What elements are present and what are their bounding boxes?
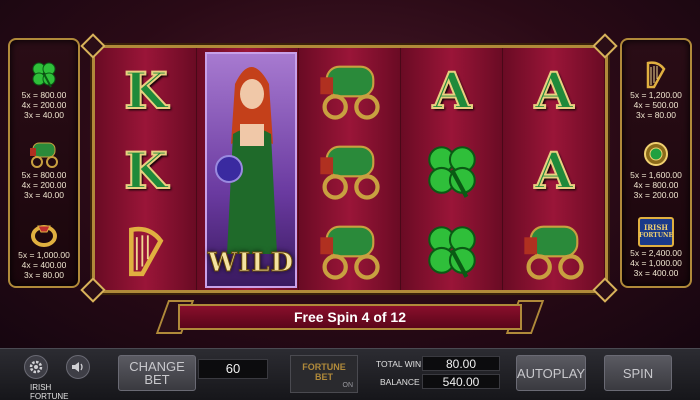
paytable-right: 5x = 1,200.00 4x = 500.00 3x = 80.00 5x … xyxy=(620,38,692,288)
wagon-icon xyxy=(320,225,380,280)
control-bar: IRISH FORTUNE CHANGE BET 60 FORTUNE BET … xyxy=(0,348,700,400)
paytable-line: 3x = 400.00 xyxy=(633,268,679,278)
game-name-label: IRISH FORTUNE xyxy=(30,383,69,400)
clover-icon xyxy=(428,226,476,278)
balance-value: 540.00 xyxy=(422,374,500,389)
reel-5: A A xyxy=(503,48,605,290)
symbol-harp xyxy=(95,210,197,290)
free-spin-banner: Free Spin 4 of 12 xyxy=(178,304,522,330)
paytable-entry-logo: IRISH FORTUNE 5x = 2,400.00 4x = 1,000.0… xyxy=(622,216,690,278)
symbol-wagon xyxy=(503,210,605,290)
change-bet-button[interactable]: CHANGE BET xyxy=(118,355,196,391)
bet-value: 60 xyxy=(198,359,268,379)
game-stage: 5x = 800.00 4x = 200.00 3x = 40.00 5x = … xyxy=(0,0,700,348)
paytable-line: 4x = 200.00 xyxy=(21,100,67,110)
paytable-left: 5x = 800.00 4x = 200.00 3x = 40.00 5x = … xyxy=(8,38,80,288)
paytable-line: 3x = 80.00 xyxy=(636,110,676,120)
symbol-clover xyxy=(401,210,503,290)
paytable-line: 5x = 2,400.00 xyxy=(630,248,682,258)
clover-icon xyxy=(428,146,476,198)
fortune-bet-state: ON xyxy=(342,382,354,389)
wagon-icon xyxy=(524,225,584,280)
paytable-entry-clover: 5x = 800.00 4x = 200.00 3x = 40.00 xyxy=(10,58,78,120)
gear-icon xyxy=(29,360,43,374)
brooch-icon xyxy=(622,138,690,170)
symbol-wagon xyxy=(299,130,401,210)
paytable-entry-ring: 5x = 1,000.00 4x = 400.00 3x = 80.00 xyxy=(10,218,78,280)
fortune-bet-label: BET xyxy=(315,372,333,382)
paytable-line: 3x = 40.00 xyxy=(24,190,64,200)
symbol-k: K xyxy=(95,50,197,130)
logo-text: FORTUNE xyxy=(638,232,674,239)
symbol-a: A xyxy=(503,50,605,130)
symbol-letter: A xyxy=(534,140,575,201)
symbol-a: A xyxy=(401,50,503,130)
wild-symbol: WILD xyxy=(205,52,297,288)
logo-text: IRISH xyxy=(643,223,669,232)
paytable-line: 5x = 800.00 xyxy=(21,170,67,180)
paytable-entry-brooch: 5x = 1,600.00 4x = 800.00 3x = 200.00 xyxy=(622,138,690,200)
autoplay-button[interactable]: AUTOPLAY xyxy=(516,355,586,391)
symbol-letter: K xyxy=(123,140,168,201)
wagon-icon xyxy=(320,65,380,120)
symbol-letter: A xyxy=(534,60,575,121)
symbol-k: K xyxy=(95,130,197,210)
paytable-line: 4x = 200.00 xyxy=(21,180,67,190)
paytable-line: 3x = 200.00 xyxy=(633,190,679,200)
paytable-entry-wagon: 5x = 800.00 4x = 200.00 3x = 40.00 xyxy=(10,138,78,200)
paytable-line: 5x = 1,000.00 xyxy=(18,250,70,260)
harp-icon xyxy=(129,226,164,277)
wagon-icon xyxy=(10,138,78,170)
symbol-wagon xyxy=(299,210,401,290)
speaker-icon xyxy=(72,362,83,372)
spin-button[interactable]: SPIN xyxy=(604,355,672,391)
total-win-value: 80.00 xyxy=(422,356,500,371)
total-win-label: TOTAL WIN xyxy=(376,359,422,369)
symbol-letter: K xyxy=(123,60,168,121)
symbol-clover xyxy=(401,130,503,210)
reel-3 xyxy=(299,48,401,290)
wagon-icon xyxy=(320,145,380,200)
fortune-bet-label: FORTUNE xyxy=(302,362,346,372)
reel-1: K K xyxy=(95,48,197,290)
harp-icon xyxy=(622,58,690,90)
paytable-line: 3x = 40.00 xyxy=(24,110,64,120)
wild-woman-illustration xyxy=(215,67,277,254)
paytable-line: 4x = 500.00 xyxy=(633,100,679,110)
clover-icon xyxy=(10,58,78,90)
paytable-line: 4x = 400.00 xyxy=(21,260,67,270)
logo-icon: IRISH FORTUNE xyxy=(622,216,690,248)
paytable-line: 4x = 1,000.00 xyxy=(630,258,682,268)
symbol-a: A xyxy=(503,130,605,210)
paytable-line: 3x = 80.00 xyxy=(24,270,64,280)
balance-label: BALANCE xyxy=(380,377,420,387)
ring-icon xyxy=(10,218,78,250)
free-spin-text: Free Spin 4 of 12 xyxy=(293,309,407,325)
wild-label: WILD xyxy=(207,248,295,279)
reels-frame: K K WILD A A A xyxy=(92,45,608,293)
settings-button[interactable] xyxy=(24,355,48,379)
paytable-line: 5x = 800.00 xyxy=(21,90,67,100)
paytable-line: 5x = 1,600.00 xyxy=(630,170,682,180)
fortune-bet-toggle[interactable]: FORTUNE BET ON xyxy=(290,355,358,393)
paytable-entry-harp: 5x = 1,200.00 4x = 500.00 3x = 80.00 xyxy=(622,58,690,120)
sound-button[interactable] xyxy=(66,355,90,379)
symbol-wagon xyxy=(299,50,401,130)
paytable-line: 5x = 1,200.00 xyxy=(630,90,682,100)
symbol-letter: A xyxy=(432,60,473,121)
paytable-line: 4x = 800.00 xyxy=(633,180,679,190)
reel-4: A xyxy=(401,48,503,290)
